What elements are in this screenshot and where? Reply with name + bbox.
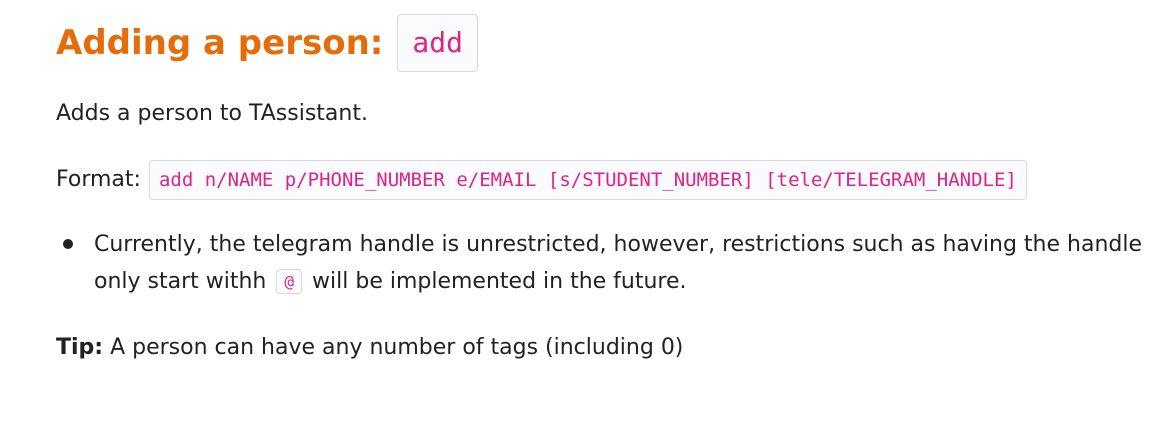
at-symbol-code: @ bbox=[276, 269, 303, 294]
bullet-icon bbox=[63, 239, 73, 249]
tip-label: Tip: bbox=[56, 335, 104, 360]
format-line: Format: add n/NAME p/PHONE_NUMBER e/EMAI… bbox=[56, 160, 1027, 200]
notes-list: Currently, the telegram handle is unrest… bbox=[56, 226, 1156, 300]
list-item: Currently, the telegram handle is unrest… bbox=[56, 226, 1156, 300]
tip-line: Tip: A person can have any number of tag… bbox=[56, 332, 683, 364]
section-heading-text: Adding a person: bbox=[56, 23, 384, 63]
note-text-after: will be implemented in the future. bbox=[312, 269, 687, 294]
command-code-add: add bbox=[397, 14, 478, 72]
section-heading: Adding a person: add bbox=[56, 14, 478, 72]
tip-text: A person can have any number of tags (in… bbox=[110, 335, 684, 360]
command-description: Adds a person to TAssistant. bbox=[56, 101, 368, 126]
format-label: Format: bbox=[56, 167, 141, 192]
format-code: add n/NAME p/PHONE_NUMBER e/EMAIL [s/STU… bbox=[148, 160, 1027, 200]
